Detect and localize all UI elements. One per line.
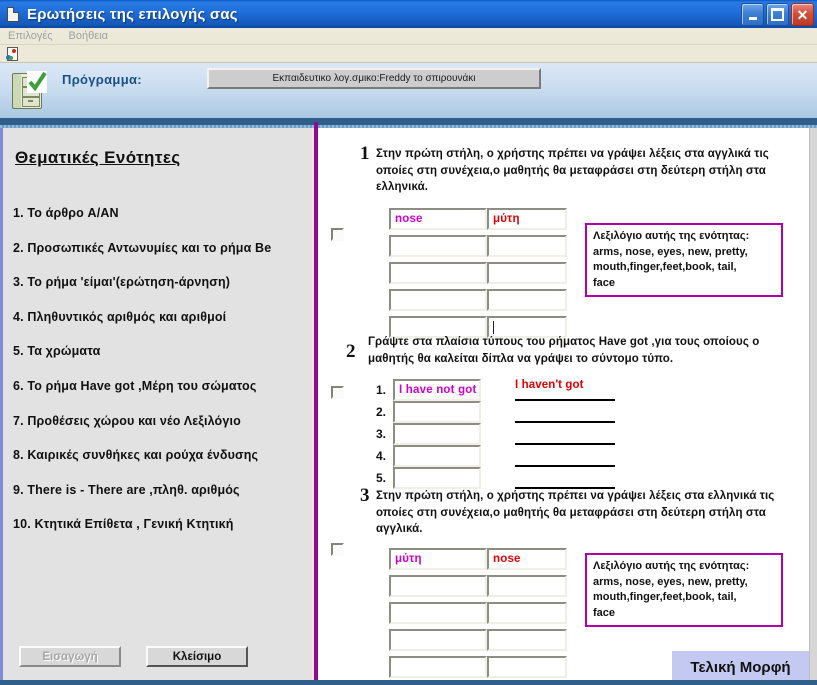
sidebar-title: Θεματικές Ενότητες: [15, 148, 181, 167]
sidebar-item-3[interactable]: 3. Το ρήμα 'είμαι'(ερώτηση-άρνηση): [13, 275, 313, 289]
window-controls: ✕: [741, 3, 814, 26]
section-2-row-number-3: 3.: [376, 427, 387, 441]
section-2-number: 2: [346, 341, 356, 362]
section-2-input-4[interactable]: [393, 445, 481, 467]
sidebar-buttons: Εισαγωγή Κλείσιμο: [3, 646, 315, 667]
sidebar-item-7[interactable]: 7. Προθέσεις χώρου και νέο Λεξιλόγιο: [13, 414, 313, 428]
section-3-left-input-2[interactable]: [389, 575, 487, 597]
sidebar-item-4[interactable]: 4. Πληθυντικός αριθμός και αριθμοί: [13, 310, 313, 324]
sidebar-item-8[interactable]: 8. Καιρικές συνθήκες και ρούχα ένδυσης: [13, 448, 313, 462]
section-2-answer-line-1: [515, 399, 615, 401]
window-title: Ερωτήσεις της επιλογής σας: [27, 5, 238, 23]
section-2-answer-line-2: [515, 421, 615, 423]
section-2-row-number-2: 2.: [376, 405, 387, 419]
section-1-vocab-title: Λεξιλόγιο αυτής της ενότητας:: [593, 230, 750, 242]
sidebar-item-10[interactable]: 10. Κτητικά Επίθετα , Γενική Κτητική: [13, 517, 313, 531]
section-2-input-3[interactable]: [393, 423, 481, 445]
section-2-input-2[interactable]: [393, 401, 481, 423]
bottom-separator: [0, 680, 817, 685]
sidebar-list: 1. Το άρθρο A/AN 2. Προσωπικές Αντωνυμίε…: [13, 206, 313, 552]
section-1-left-input-2[interactable]: [389, 235, 487, 257]
menu-bar: Επιλογές Βοήθεια: [0, 28, 817, 45]
section-1-vocab-line-1: arms, nose, eyes, new, pretty,: [593, 245, 748, 258]
section-2-input-5[interactable]: [393, 467, 481, 489]
section-1-vocab-line-3: face: [593, 276, 616, 289]
title-bar: Ερωτήσεις της επιλογής σας ✕: [0, 0, 817, 29]
section-1-left-input-1[interactable]: nose: [389, 208, 487, 230]
section-2-checkbox[interactable]: [331, 386, 344, 399]
application-window: Ερωτήσεις της επιλογής σας ✕ Επιλογές Βο…: [0, 0, 817, 685]
section-3-vocab-line-2: mouth,finger,feet,book, tail,: [593, 591, 737, 603]
section-3-vocab-line-3: face: [593, 606, 616, 619]
main-panel: 1 Στην πρώτη στήλη, ο χρήστης πρέπει να …: [318, 128, 809, 685]
section-3-number: 3: [360, 485, 370, 506]
section-2-answer-line-3: [515, 443, 615, 445]
sidebar-item-2[interactable]: 2. Προσωπικές Αντωνυμίες και το ρήμα Be: [13, 241, 313, 255]
section-3-instruction: Στην πρώτη στήλη, ο χρήστης πρέπει να γρ…: [376, 490, 775, 535]
section-2-input-1[interactable]: I have not got: [393, 379, 481, 401]
main-panel-scrollbar[interactable]: [809, 128, 817, 685]
section-3-left-input-4[interactable]: [389, 629, 487, 651]
toolbar: [0, 45, 817, 63]
close-dialog-button[interactable]: Κλείσιμο: [146, 646, 248, 667]
section-1-right-input-4[interactable]: [487, 289, 567, 311]
new-document-icon[interactable]: [6, 46, 20, 61]
section-3-right-input-2[interactable]: [487, 575, 567, 597]
section-1-right-input-3[interactable]: [487, 262, 567, 284]
document-icon: [5, 6, 21, 22]
section-2-answer-line-4: [515, 465, 615, 467]
sidebar-item-6[interactable]: 6. Το ρήμα Have got ,Μέρη του σώματος: [13, 379, 313, 393]
maximize-button[interactable]: [766, 3, 789, 26]
insert-button[interactable]: Εισαγωγή: [19, 646, 121, 667]
section-1-instruction: Στην πρώτη στήλη, ο χρήστης πρέπει να γρ…: [376, 148, 769, 193]
section-2-row-number-5: 5.: [376, 471, 387, 485]
section-3-vocabulary-box: Λεξιλόγιο αυτής της ενότητας: arms, nose…: [585, 553, 783, 627]
section-2-instruction: Γράψτε στα πλαίσια τύπους του ρήματος Ha…: [368, 336, 760, 365]
menu-item-options[interactable]: Επιλογές: [8, 30, 53, 42]
section-3-left-input-1[interactable]: μύτη: [389, 548, 487, 570]
menu-item-help[interactable]: Βοήθεια: [69, 30, 108, 42]
section-3-checkbox[interactable]: [331, 543, 344, 556]
sidebar-item-5[interactable]: 5. Τα χρώματα: [13, 344, 313, 358]
section-1-checkbox[interactable]: [331, 228, 344, 241]
section-3-right-input-5[interactable]: [487, 656, 567, 678]
section-3-right-input-4[interactable]: [487, 629, 567, 651]
section-1-left-input-4[interactable]: [389, 289, 487, 311]
program-value[interactable]: Εκπαιδευτικο λογ.σμικο:Freddy το σπιρουν…: [207, 68, 541, 89]
cabinet-check-icon: [10, 71, 48, 111]
section-1-left-input-3[interactable]: [389, 262, 487, 284]
section-3-vocab-line-1: arms, nose, eyes, new, pretty,: [593, 575, 748, 588]
sidebar: Θεματικές Ενότητες 1. Το άρθρο A/AN 2. Π…: [0, 128, 312, 685]
section-2-row-number-1: 1.: [376, 383, 387, 397]
section-1-vocab-line-2: mouth,finger,feet,book, tail,: [593, 261, 737, 273]
final-form-badge: Τελική Μορφή: [672, 651, 809, 683]
section-1-vocabulary-box: Λεξιλόγιο αυτής της ενότητας: arms, nose…: [585, 223, 783, 297]
section-1-number: 1: [360, 143, 370, 164]
section-3-right-input-3[interactable]: [487, 602, 567, 624]
section-2-short-form-answer: I haven't got: [515, 379, 584, 391]
section-3-right-input-1[interactable]: nose: [487, 548, 567, 570]
minimize-button[interactable]: [741, 3, 764, 26]
section-3-left-input-3[interactable]: [389, 602, 487, 624]
section-3-left-input-5[interactable]: [389, 656, 487, 678]
section-1-right-input-1[interactable]: μύτη: [487, 208, 567, 230]
sidebar-item-1[interactable]: 1. Το άρθρο A/AN: [13, 206, 313, 220]
close-button[interactable]: ✕: [791, 3, 814, 26]
program-label: Πρόγραμμα:: [62, 72, 142, 87]
section-3-vocab-title: Λεξιλόγιο αυτής της ενότητας:: [593, 560, 750, 572]
header-separator: [0, 118, 817, 125]
section-2-row-number-4: 4.: [376, 449, 387, 463]
sidebar-item-9[interactable]: 9. There is - There are ,πληθ. αριθμός: [13, 483, 313, 497]
section-1-right-input-2[interactable]: [487, 235, 567, 257]
